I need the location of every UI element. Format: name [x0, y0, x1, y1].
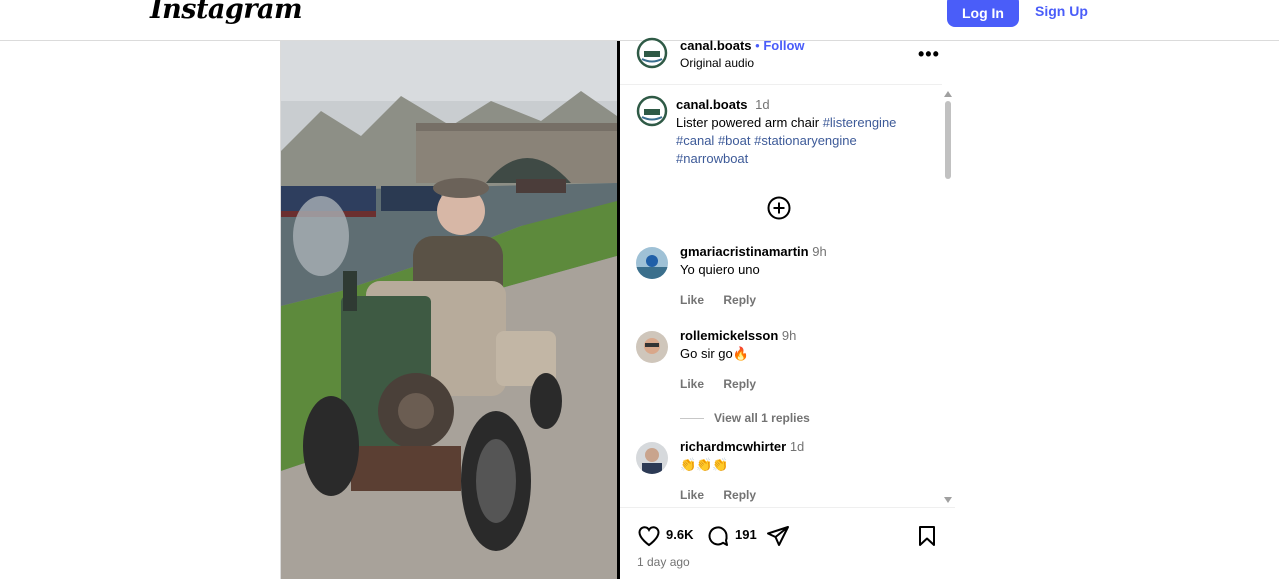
comments-count[interactable]: 191	[735, 527, 757, 542]
avatar-photo-icon	[636, 331, 668, 363]
video-frame-image	[281, 41, 617, 579]
like-comment-button[interactable]: Like	[680, 377, 704, 391]
share-icon[interactable]	[766, 524, 790, 548]
caption-author-avatar[interactable]	[636, 95, 668, 127]
signup-link[interactable]: Sign Up	[1035, 3, 1088, 19]
caption-text: Lister powered arm chair	[676, 115, 820, 130]
instagram-logo[interactable]: Instagram	[150, 0, 303, 25]
commenter-avatar[interactable]	[636, 442, 668, 474]
view-replies-label[interactable]: View all 1 replies	[714, 411, 810, 425]
post-caption: canal.boats 1d Lister powered arm chair …	[676, 96, 926, 168]
comments-scrollbar[interactable]	[942, 91, 954, 503]
hashtag-link[interactable]: #narrowboat	[676, 151, 748, 166]
comment-text: Go sir go🔥	[680, 346, 749, 361]
top-navigation-bar: Instagram Log In Sign Up	[0, 0, 1279, 41]
comment-icon[interactable]	[706, 524, 730, 548]
scroll-up-arrow-icon[interactable]	[944, 91, 952, 97]
post-header: canal.boats • Follow Original audio •••	[620, 37, 942, 85]
commenter-username[interactable]: rollemickelsson	[680, 328, 778, 343]
canal-boats-logo-icon	[636, 95, 668, 127]
heart-icon[interactable]	[637, 524, 661, 548]
follow-button[interactable]: Follow	[763, 38, 804, 53]
commenter-username[interactable]: gmariacristinamartin	[680, 244, 809, 259]
avatar-photo-icon	[636, 442, 668, 474]
post-modal: canal.boats • Follow Original audio ••• …	[280, 37, 955, 579]
comment-text: Yo quiero uno	[680, 262, 760, 277]
caption-username[interactable]: canal.boats	[676, 97, 748, 112]
post-actions-footer: 9.6K 191 1 day ago	[620, 507, 955, 579]
hashtag-link[interactable]: #stationaryengine	[754, 133, 857, 148]
commenter-username[interactable]: richardmcwhirter	[680, 439, 786, 454]
login-button[interactable]: Log In	[947, 0, 1019, 27]
load-more-comments-icon[interactable]	[767, 196, 791, 220]
scrollbar-thumb[interactable]	[945, 101, 951, 179]
post-video[interactable]	[281, 41, 617, 579]
hashtag-link[interactable]: #listerengine	[823, 115, 897, 130]
canal-boats-logo-icon	[636, 37, 668, 69]
reply-comment-button[interactable]: Reply	[723, 293, 756, 307]
comment-text: 👏👏👏	[680, 457, 729, 472]
scroll-down-arrow-icon[interactable]	[944, 497, 952, 503]
commenter-avatar[interactable]	[636, 331, 668, 363]
likes-count[interactable]: 9.6K	[666, 527, 693, 542]
post-side-panel: canal.boats • Follow Original audio ••• …	[620, 37, 955, 579]
author-username[interactable]: canal.boats	[680, 38, 752, 53]
commenter-avatar[interactable]	[636, 247, 668, 279]
hashtag-link[interactable]: #boat	[718, 133, 751, 148]
comment-age: 9h	[812, 244, 827, 259]
comment-age: 9h	[781, 328, 797, 343]
like-comment-button[interactable]: Like	[680, 293, 704, 307]
more-options-icon[interactable]: •••	[918, 44, 940, 65]
avatar-photo-icon	[636, 247, 668, 279]
reply-comment-button[interactable]: Reply	[723, 488, 756, 502]
dot-separator: •	[755, 38, 760, 53]
author-avatar[interactable]	[636, 37, 668, 69]
hashtag-link[interactable]: #canal	[676, 133, 714, 148]
comments-scroll-area[interactable]: canal.boats 1d Lister powered arm chair …	[620, 86, 955, 507]
comment-age: 1d	[789, 439, 805, 454]
like-comment-button[interactable]: Like	[680, 488, 704, 502]
bookmark-icon[interactable]	[915, 524, 939, 548]
post-timestamp: 1 day ago	[637, 555, 690, 569]
caption-age: 1d	[755, 97, 770, 112]
replies-divider-line	[680, 418, 704, 420]
reply-comment-button[interactable]: Reply	[723, 377, 756, 391]
view-replies-link[interactable]: View all 1 replies	[680, 411, 810, 425]
audio-label[interactable]: Original audio	[680, 56, 754, 70]
